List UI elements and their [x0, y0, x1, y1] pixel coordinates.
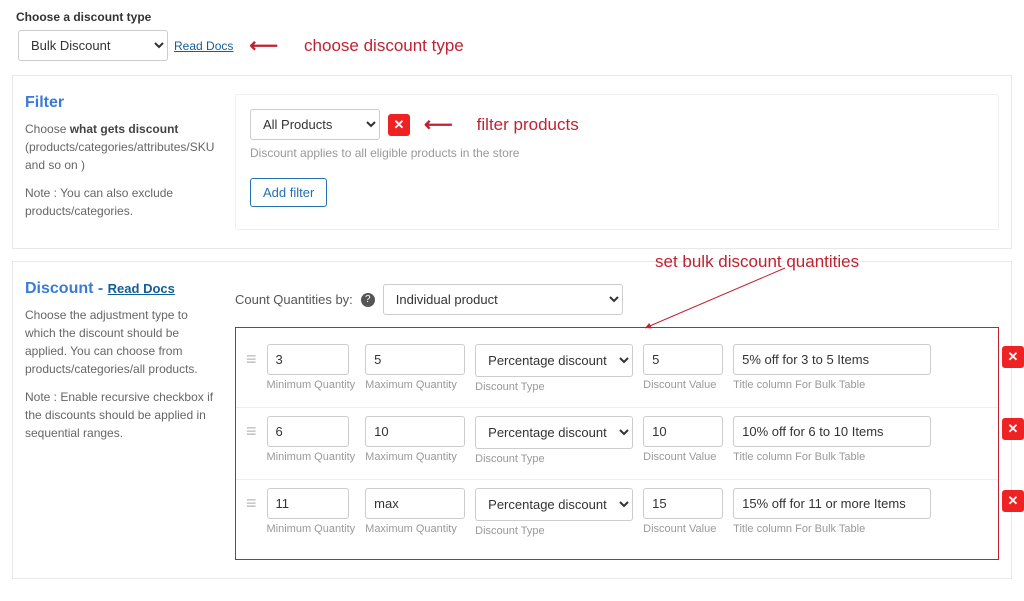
discount-type-label: Discount Type — [475, 525, 633, 537]
discount-type-label: Choose a discount type — [16, 10, 1012, 24]
remove-tier-button[interactable]: ✕ — [1002, 418, 1024, 440]
count-by-select[interactable]: Individual product — [383, 284, 623, 315]
discount-type-row-select[interactable]: Percentage discount — [475, 488, 633, 521]
max-qty-input[interactable] — [365, 344, 465, 375]
discount-value-input[interactable] — [643, 488, 723, 519]
filter-heading: Filter — [25, 94, 215, 112]
info-icon[interactable]: ? — [361, 293, 375, 307]
tier-row: ≡ Minimum Quantity Maximum Quantity Perc… — [236, 480, 998, 551]
discount-value-input[interactable] — [643, 344, 723, 375]
min-qty-label: Minimum Quantity — [267, 379, 356, 391]
min-qty-label: Minimum Quantity — [267, 451, 356, 463]
annotation-filter: filter products — [477, 115, 579, 135]
discount-value-label: Discount Value — [643, 379, 723, 391]
discount-value-label: Discount Value — [643, 523, 723, 535]
discount-value-input[interactable] — [643, 416, 723, 447]
title-label: Title column For Bulk Table — [733, 523, 931, 535]
min-qty-label: Minimum Quantity — [267, 523, 356, 535]
tier-row: ≡ Minimum Quantity Maximum Quantity Perc… — [236, 336, 998, 408]
annotation-bulk: set bulk discount quantities — [655, 252, 859, 272]
discount-heading: Discount - Read Docs — [25, 280, 215, 298]
filter-hint: Discount applies to all eligible product… — [250, 146, 984, 160]
read-docs-link-top[interactable]: Read Docs — [174, 39, 233, 53]
title-input[interactable] — [733, 488, 931, 519]
max-qty-label: Maximum Quantity — [365, 523, 465, 535]
close-icon: ✕ — [1008, 421, 1019, 437]
arrow-left-icon: ⟵ — [249, 36, 278, 56]
count-label: Count Quantities by: — [235, 292, 353, 307]
discount-value-label: Discount Value — [643, 451, 723, 463]
discount-type-label: Discount Type — [475, 453, 633, 465]
max-qty-label: Maximum Quantity — [365, 451, 465, 463]
max-qty-label: Maximum Quantity — [365, 379, 465, 391]
discount-note: Note : Enable recursive checkbox if the … — [25, 388, 215, 442]
discount-type-label: Discount Type — [475, 381, 633, 393]
title-input[interactable] — [733, 416, 931, 447]
read-docs-link-discount[interactable]: Read Docs — [108, 281, 175, 296]
filter-select[interactable]: All Products — [250, 109, 380, 140]
discount-type-row-select[interactable]: Percentage discount — [475, 416, 633, 449]
tiers-container: ≡ Minimum Quantity Maximum Quantity Perc… — [235, 327, 999, 560]
title-label: Title column For Bulk Table — [733, 451, 931, 463]
filter-note: Note : You can also exclude products/cat… — [25, 184, 215, 220]
min-qty-input[interactable] — [267, 344, 349, 375]
min-qty-input[interactable] — [267, 488, 349, 519]
title-input[interactable] — [733, 344, 931, 375]
max-qty-input[interactable] — [365, 416, 465, 447]
remove-tier-button[interactable]: ✕ — [1002, 490, 1024, 512]
drag-handle-icon[interactable]: ≡ — [246, 350, 257, 368]
arrow-left-icon: ⟵ — [424, 115, 453, 135]
min-qty-input[interactable] — [267, 416, 349, 447]
annotation-discount-type: choose discount type — [304, 36, 464, 56]
discount-type-select[interactable]: Bulk Discount — [18, 30, 168, 61]
close-icon: ✕ — [1008, 493, 1019, 509]
remove-filter-button[interactable]: ✕ — [388, 114, 410, 136]
add-filter-button[interactable]: Add filter — [250, 178, 327, 207]
title-label: Title column For Bulk Table — [733, 379, 931, 391]
close-icon: ✕ — [394, 117, 405, 133]
drag-handle-icon[interactable]: ≡ — [246, 494, 257, 512]
drag-handle-icon[interactable]: ≡ — [246, 422, 257, 440]
filter-desc: Choose what gets discount (products/cate… — [25, 120, 215, 174]
discount-desc: Choose the adjustment type to which the … — [25, 306, 215, 378]
discount-type-row-select[interactable]: Percentage discount — [475, 344, 633, 377]
close-icon: ✕ — [1008, 349, 1019, 365]
remove-tier-button[interactable]: ✕ — [1002, 346, 1024, 368]
tier-row: ≡ Minimum Quantity Maximum Quantity Perc… — [236, 408, 998, 480]
max-qty-input[interactable] — [365, 488, 465, 519]
